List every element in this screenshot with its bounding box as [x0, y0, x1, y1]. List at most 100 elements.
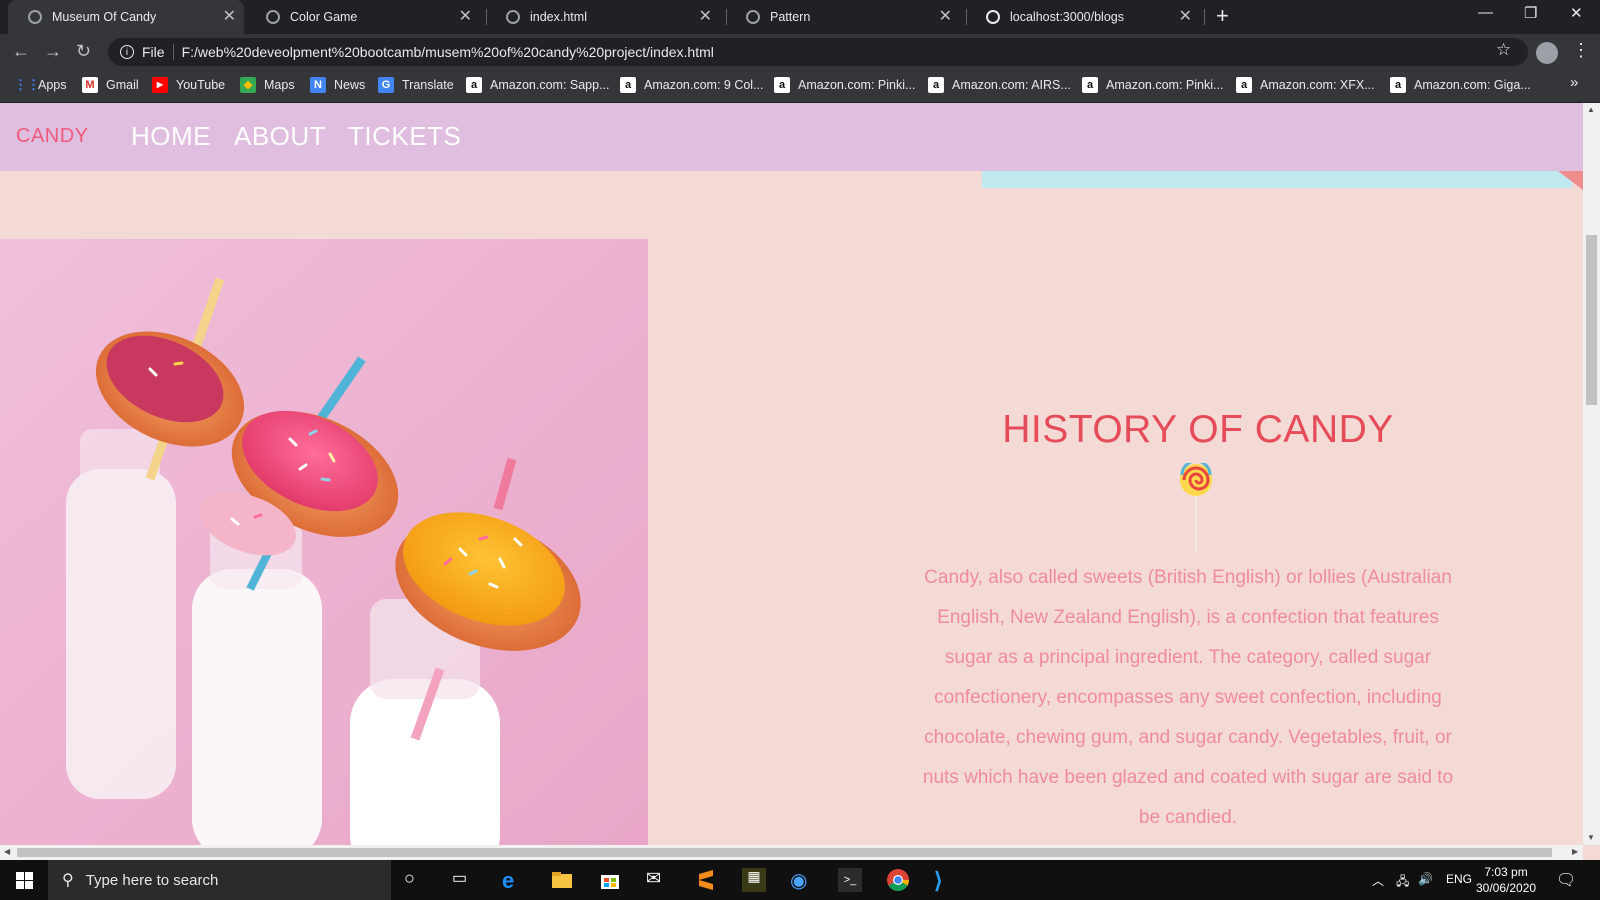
close-tab-icon[interactable]: ✕ — [699, 9, 712, 25]
bookmark-label: News — [334, 78, 366, 92]
horizontal-scrollbar[interactable]: ◀ ▶ — [0, 845, 1583, 860]
notifications-icon[interactable]: 🗨 — [1556, 870, 1576, 890]
amazon-icon: a — [1390, 77, 1406, 93]
globe-icon — [746, 10, 760, 24]
new-tab-icon[interactable]: + — [1216, 3, 1229, 29]
vscode-icon[interactable]: ⟩ — [934, 868, 958, 893]
decorative-corner — [1558, 171, 1583, 190]
tab-localhost-blogs[interactable]: localhost:3000/blogs ✕ — [966, 0, 1200, 34]
globe-icon — [266, 10, 280, 24]
bookmark-amazon[interactable]: a Amazon.com: Pinki... — [1082, 77, 1223, 93]
close-tab-icon[interactable]: ✕ — [1179, 9, 1192, 25]
tab-pattern[interactable]: Pattern ✕ — [726, 0, 960, 34]
bookmark-label: Amazon.com: 9 Col... — [644, 78, 764, 92]
address-bar[interactable]: i File F:/web%20deveolpment%20bootcamb/m… — [108, 38, 1528, 66]
bookmark-gmail[interactable]: M Gmail — [82, 77, 139, 93]
vertical-scrollbar[interactable]: ▲ ▼ — [1583, 103, 1600, 845]
windows-start-icon[interactable] — [16, 872, 33, 894]
brand-link[interactable]: CANDY — [16, 125, 89, 148]
scroll-right-icon[interactable]: ▶ — [1572, 847, 1578, 856]
bookmark-label: Amazon.com: Pinki... — [1106, 78, 1224, 92]
translate-icon: G — [378, 77, 394, 93]
search-icon: ⚲ — [62, 872, 74, 889]
forward-icon[interactable]: → — [44, 41, 62, 62]
bookmark-amazon[interactable]: a Amazon.com: XFX... — [1236, 77, 1375, 93]
bookmark-amazon[interactable]: a Amazon.com: Pinki... — [774, 77, 915, 93]
close-tab-icon[interactable]: ✕ — [223, 9, 236, 25]
amazon-icon: a — [928, 77, 944, 93]
url-text[interactable]: F:/web%20deveolpment%20bootcamb/musem%20… — [182, 44, 714, 60]
vertical-scroll-thumb[interactable] — [1586, 235, 1597, 405]
close-tab-icon[interactable]: ✕ — [939, 9, 952, 25]
bookmark-label: YouTube — [176, 78, 226, 92]
mail-icon[interactable]: ✉ — [646, 868, 670, 892]
bookmark-maps[interactable]: ◆ Maps — [240, 77, 295, 93]
donut-milk-photo — [0, 239, 648, 845]
tab-title: Museum Of Candy — [52, 10, 157, 24]
bookmark-label: Gmail — [106, 78, 139, 92]
reload-icon[interactable]: ↻ — [76, 41, 91, 62]
media-player-icon[interactable]: ▦ — [742, 868, 766, 892]
amazon-icon: a — [1236, 77, 1252, 93]
more-bookmarks-icon[interactable]: » — [1570, 74, 1578, 91]
tab-color-game[interactable]: Color Game ✕ — [246, 0, 480, 34]
chrome-icon[interactable] — [886, 868, 910, 892]
apps-grid-icon: ⋮⋮ — [14, 77, 40, 92]
network-icon[interactable]: 🖧 — [1396, 872, 1409, 893]
maps-icon: ◆ — [240, 77, 256, 93]
cortana-icon[interactable]: ○ — [404, 868, 428, 892]
bookmark-news[interactable]: N News — [310, 77, 365, 93]
tab-index-html[interactable]: index.html ✕ — [486, 0, 720, 34]
globe-icon — [28, 10, 42, 24]
horizontal-scroll-thumb[interactable] — [17, 848, 1552, 857]
terminal-icon[interactable]: >_ — [838, 868, 862, 892]
tab-title: Color Game — [290, 10, 358, 24]
bookmark-label: Translate — [402, 78, 454, 92]
store-icon[interactable] — [598, 868, 622, 892]
bookmark-star-icon[interactable]: ☆ — [1496, 40, 1511, 60]
bookmark-amazon[interactable]: a Amazon.com: Giga... — [1390, 77, 1531, 93]
bookmark-apps[interactable]: ⋮⋮ Apps — [14, 77, 67, 93]
bookmark-youtube[interactable]: ▶ YouTube — [152, 77, 225, 93]
show-hidden-icons-icon[interactable]: ︿ — [1372, 872, 1384, 889]
close-tab-icon[interactable]: ✕ — [459, 9, 472, 25]
system-clock[interactable]: 7:03 pm 30/06/2020 — [1476, 864, 1536, 896]
back-icon[interactable]: ← — [12, 41, 30, 62]
bookmark-amazon[interactable]: a Amazon.com: AIRS... — [928, 77, 1071, 93]
app-icon[interactable]: ◉ — [790, 868, 814, 892]
taskbar-search[interactable]: ⚲ Type here to search — [48, 860, 391, 900]
restore-icon[interactable]: ❐ — [1524, 4, 1537, 22]
minimize-icon[interactable]: — — [1478, 4, 1493, 21]
task-view-icon[interactable]: ▭ — [452, 868, 476, 892]
close-window-icon[interactable]: ✕ — [1570, 4, 1583, 22]
tab-separator — [1204, 9, 1205, 25]
nav-link-home[interactable]: HOME — [131, 121, 211, 152]
history-heading: HISTORY OF CANDY — [1002, 408, 1394, 451]
bookmark-amazon[interactable]: a Amazon.com: Sapp... — [466, 77, 610, 93]
info-icon[interactable]: i — [120, 45, 134, 59]
globe-icon — [506, 10, 520, 24]
file-explorer-icon[interactable] — [550, 868, 574, 892]
nav-link-tickets[interactable]: TICKETS — [348, 121, 461, 152]
language-indicator[interactable]: ENG — [1446, 872, 1472, 886]
volume-icon[interactable]: 🔊 — [1418, 872, 1433, 886]
nav-link-about[interactable]: ABOUT — [234, 121, 326, 152]
scroll-left-icon[interactable]: ◀ — [4, 847, 10, 856]
menu-icon[interactable]: ⋮ — [1572, 40, 1590, 61]
bookmark-translate[interactable]: G Translate — [378, 77, 454, 93]
scroll-up-icon[interactable]: ▲ — [1587, 105, 1595, 114]
amazon-icon: a — [620, 77, 636, 93]
profile-avatar[interactable] — [1536, 42, 1558, 64]
site-navbar: CANDY HOME ABOUT TICKETS — [0, 103, 1583, 171]
bookmark-label: Amazon.com: Pinki... — [798, 78, 916, 92]
bookmarks-bar: ⋮⋮ Apps M Gmail ▶ YouTube ◆ Maps N News … — [0, 70, 1600, 103]
bookmark-label: Maps — [264, 78, 295, 92]
bookmark-label: Apps — [38, 78, 67, 92]
search-placeholder: Type here to search — [85, 871, 219, 889]
clock-time: 7:03 pm — [1484, 865, 1528, 879]
scroll-down-icon[interactable]: ▼ — [1587, 833, 1595, 842]
sublime-icon[interactable] — [694, 868, 718, 892]
bookmark-amazon[interactable]: a Amazon.com: 9 Col... — [620, 77, 764, 93]
tab-museum-of-candy[interactable]: Museum Of Candy ✕ — [8, 0, 244, 34]
edge-icon[interactable]: e — [502, 868, 526, 893]
